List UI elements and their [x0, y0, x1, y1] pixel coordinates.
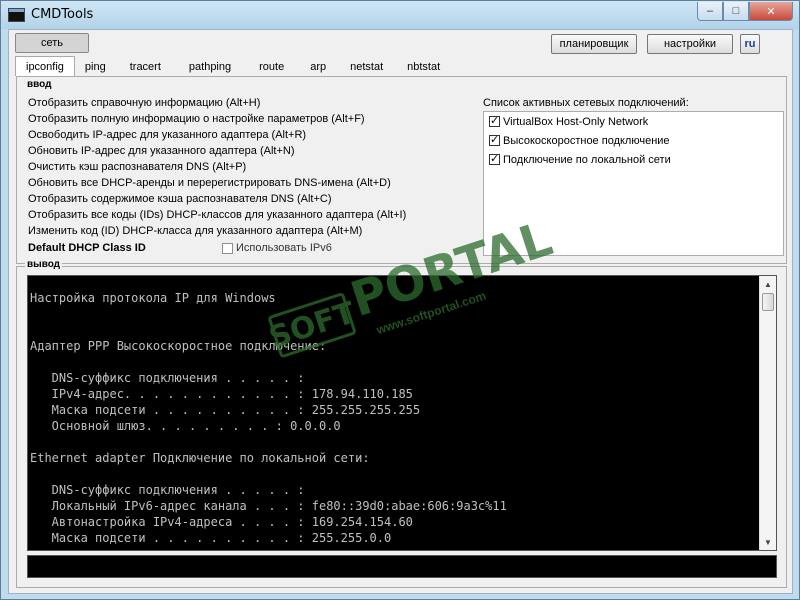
connections-label: Список активных сетевых подключений: [483, 97, 689, 109]
connection-item[interactable]: Высокоскоростное подключение [484, 131, 783, 150]
network-button[interactable]: сеть [15, 33, 89, 53]
scroll-thumb[interactable] [762, 293, 774, 311]
console-line: Адаптер PPP Высокоскоростное подключение… [30, 339, 327, 353]
title-bar[interactable]: CMDTools – □ ✕ [1, 1, 799, 29]
command-showclassid[interactable]: Отобразить все коды (IDs) DHCP-классов д… [28, 207, 406, 223]
command-list: Отобразить справочную информацию (Alt+H)… [28, 95, 406, 239]
console-line: Маска подсети . . . . . . . . . . : 255.… [30, 531, 392, 545]
close-button[interactable]: ✕ [749, 2, 793, 21]
command-registerdns[interactable]: Обновить все DHCP-аренды и перерегистрир… [28, 175, 406, 191]
scroll-down-arrow-icon[interactable]: ▼ [760, 534, 776, 550]
tab-arp[interactable]: arp [298, 58, 338, 76]
ipv6-checkbox[interactable] [222, 242, 233, 254]
client-area: сеть планировщик настройки ru ipconfig p… [8, 29, 793, 594]
connection-item[interactable]: Подключение по локальной сети [484, 150, 783, 169]
tab-nbtstat[interactable]: nbtstat [395, 58, 452, 76]
command-setclassid[interactable]: Изменить код (ID) DHCP-класса для указан… [28, 223, 406, 239]
command-input[interactable] [27, 555, 777, 578]
console-line: Ethernet adapter Подключение по локально… [30, 451, 370, 465]
console-line: DNS-суффикс подключения . . . . . : [30, 371, 305, 385]
language-button[interactable]: ru [740, 34, 760, 54]
minimize-button[interactable]: – [697, 2, 723, 21]
scroll-up-arrow-icon[interactable]: ▲ [760, 276, 776, 292]
connection-checkbox[interactable] [489, 114, 500, 127]
connection-checkbox[interactable] [489, 133, 500, 146]
scheduler-button[interactable]: планировщик [551, 34, 637, 54]
ipv6-option[interactable]: Использовать IPv6 [222, 242, 332, 254]
ipv6-checkbox-label: Использовать IPv6 [236, 242, 332, 254]
console-line: Настройка протокола IP для Windows [30, 291, 276, 305]
connection-item[interactable]: VirtualBox Host-Only Network [484, 112, 783, 131]
connection-checkbox[interactable] [489, 152, 500, 165]
console-line: Автонастройка IPv4-адреса . . . . : 169.… [30, 515, 413, 529]
connection-label: Подключение по локальной сети [503, 153, 671, 166]
command-help[interactable]: Отобразить справочную информацию (Alt+H) [28, 95, 406, 111]
console-text: Настройка протокола IP для Windows Адапт… [30, 290, 507, 546]
tab-ipconfig[interactable]: ipconfig [15, 56, 75, 76]
tab-route[interactable]: route [245, 58, 298, 76]
input-group-label: ввод [25, 79, 54, 90]
command-all[interactable]: Отобразить полную информацию о настройке… [28, 111, 406, 127]
connection-label: VirtualBox Host-Only Network [503, 115, 649, 128]
command-flushdns[interactable]: Очистить кэш распознавателя DNS (Alt+P) [28, 159, 406, 175]
ipconfig-panel: ввод Отобразить справочную информацию (A… [16, 76, 787, 264]
command-renew[interactable]: Обновить IP-адрес для указанного адаптер… [28, 143, 406, 159]
class-id-row: Default DHCP Class ID [28, 240, 146, 256]
tab-ping[interactable]: ping [75, 58, 116, 76]
app-window: CMDTools – □ ✕ сеть планировщик настройк… [0, 0, 800, 600]
console-scrollbar[interactable]: ▲ ▼ [759, 276, 776, 550]
output-group-label: вывод [25, 259, 63, 270]
tool-tabs: ipconfig ping tracert pathping route arp… [15, 56, 452, 76]
connections-list: VirtualBox Host-Only Network Высокоскоро… [483, 111, 784, 256]
console-line: IPv4-адрес. . . . . . . . . . . . : 178.… [30, 387, 413, 401]
command-release[interactable]: Освободить IP-адрес для указанного адапт… [28, 127, 406, 143]
class-id-label: Default DHCP Class ID [28, 242, 146, 254]
settings-button[interactable]: настройки [647, 34, 733, 54]
tab-tracert[interactable]: tracert [116, 58, 175, 76]
console-line: DNS-суффикс подключения . . . . . : [30, 483, 305, 497]
console-line: Маска подсети . . . . . . . . . . : 255.… [30, 403, 421, 417]
connection-label: Высокоскоростное подключение [503, 134, 670, 147]
window-controls: – □ ✕ [697, 2, 793, 21]
console-line: Основной шлюз. . . . . . . . . : 0.0.0.0 [30, 419, 341, 433]
console-output[interactable]: Настройка протокола IP для Windows Адапт… [27, 275, 777, 551]
tab-pathping[interactable]: pathping [175, 58, 245, 76]
console-line: Локальный IPv6-адрес канала . . . : fe80… [30, 499, 507, 513]
window-title: CMDTools [31, 7, 94, 22]
output-group: вывод Настройка протокола IP для Windows… [16, 259, 787, 588]
tab-netstat[interactable]: netstat [338, 58, 395, 76]
console-app-icon [8, 8, 25, 22]
maximize-button[interactable]: □ [723, 2, 749, 21]
command-displaydns[interactable]: Отобразить содержимое кэша распознавател… [28, 191, 406, 207]
